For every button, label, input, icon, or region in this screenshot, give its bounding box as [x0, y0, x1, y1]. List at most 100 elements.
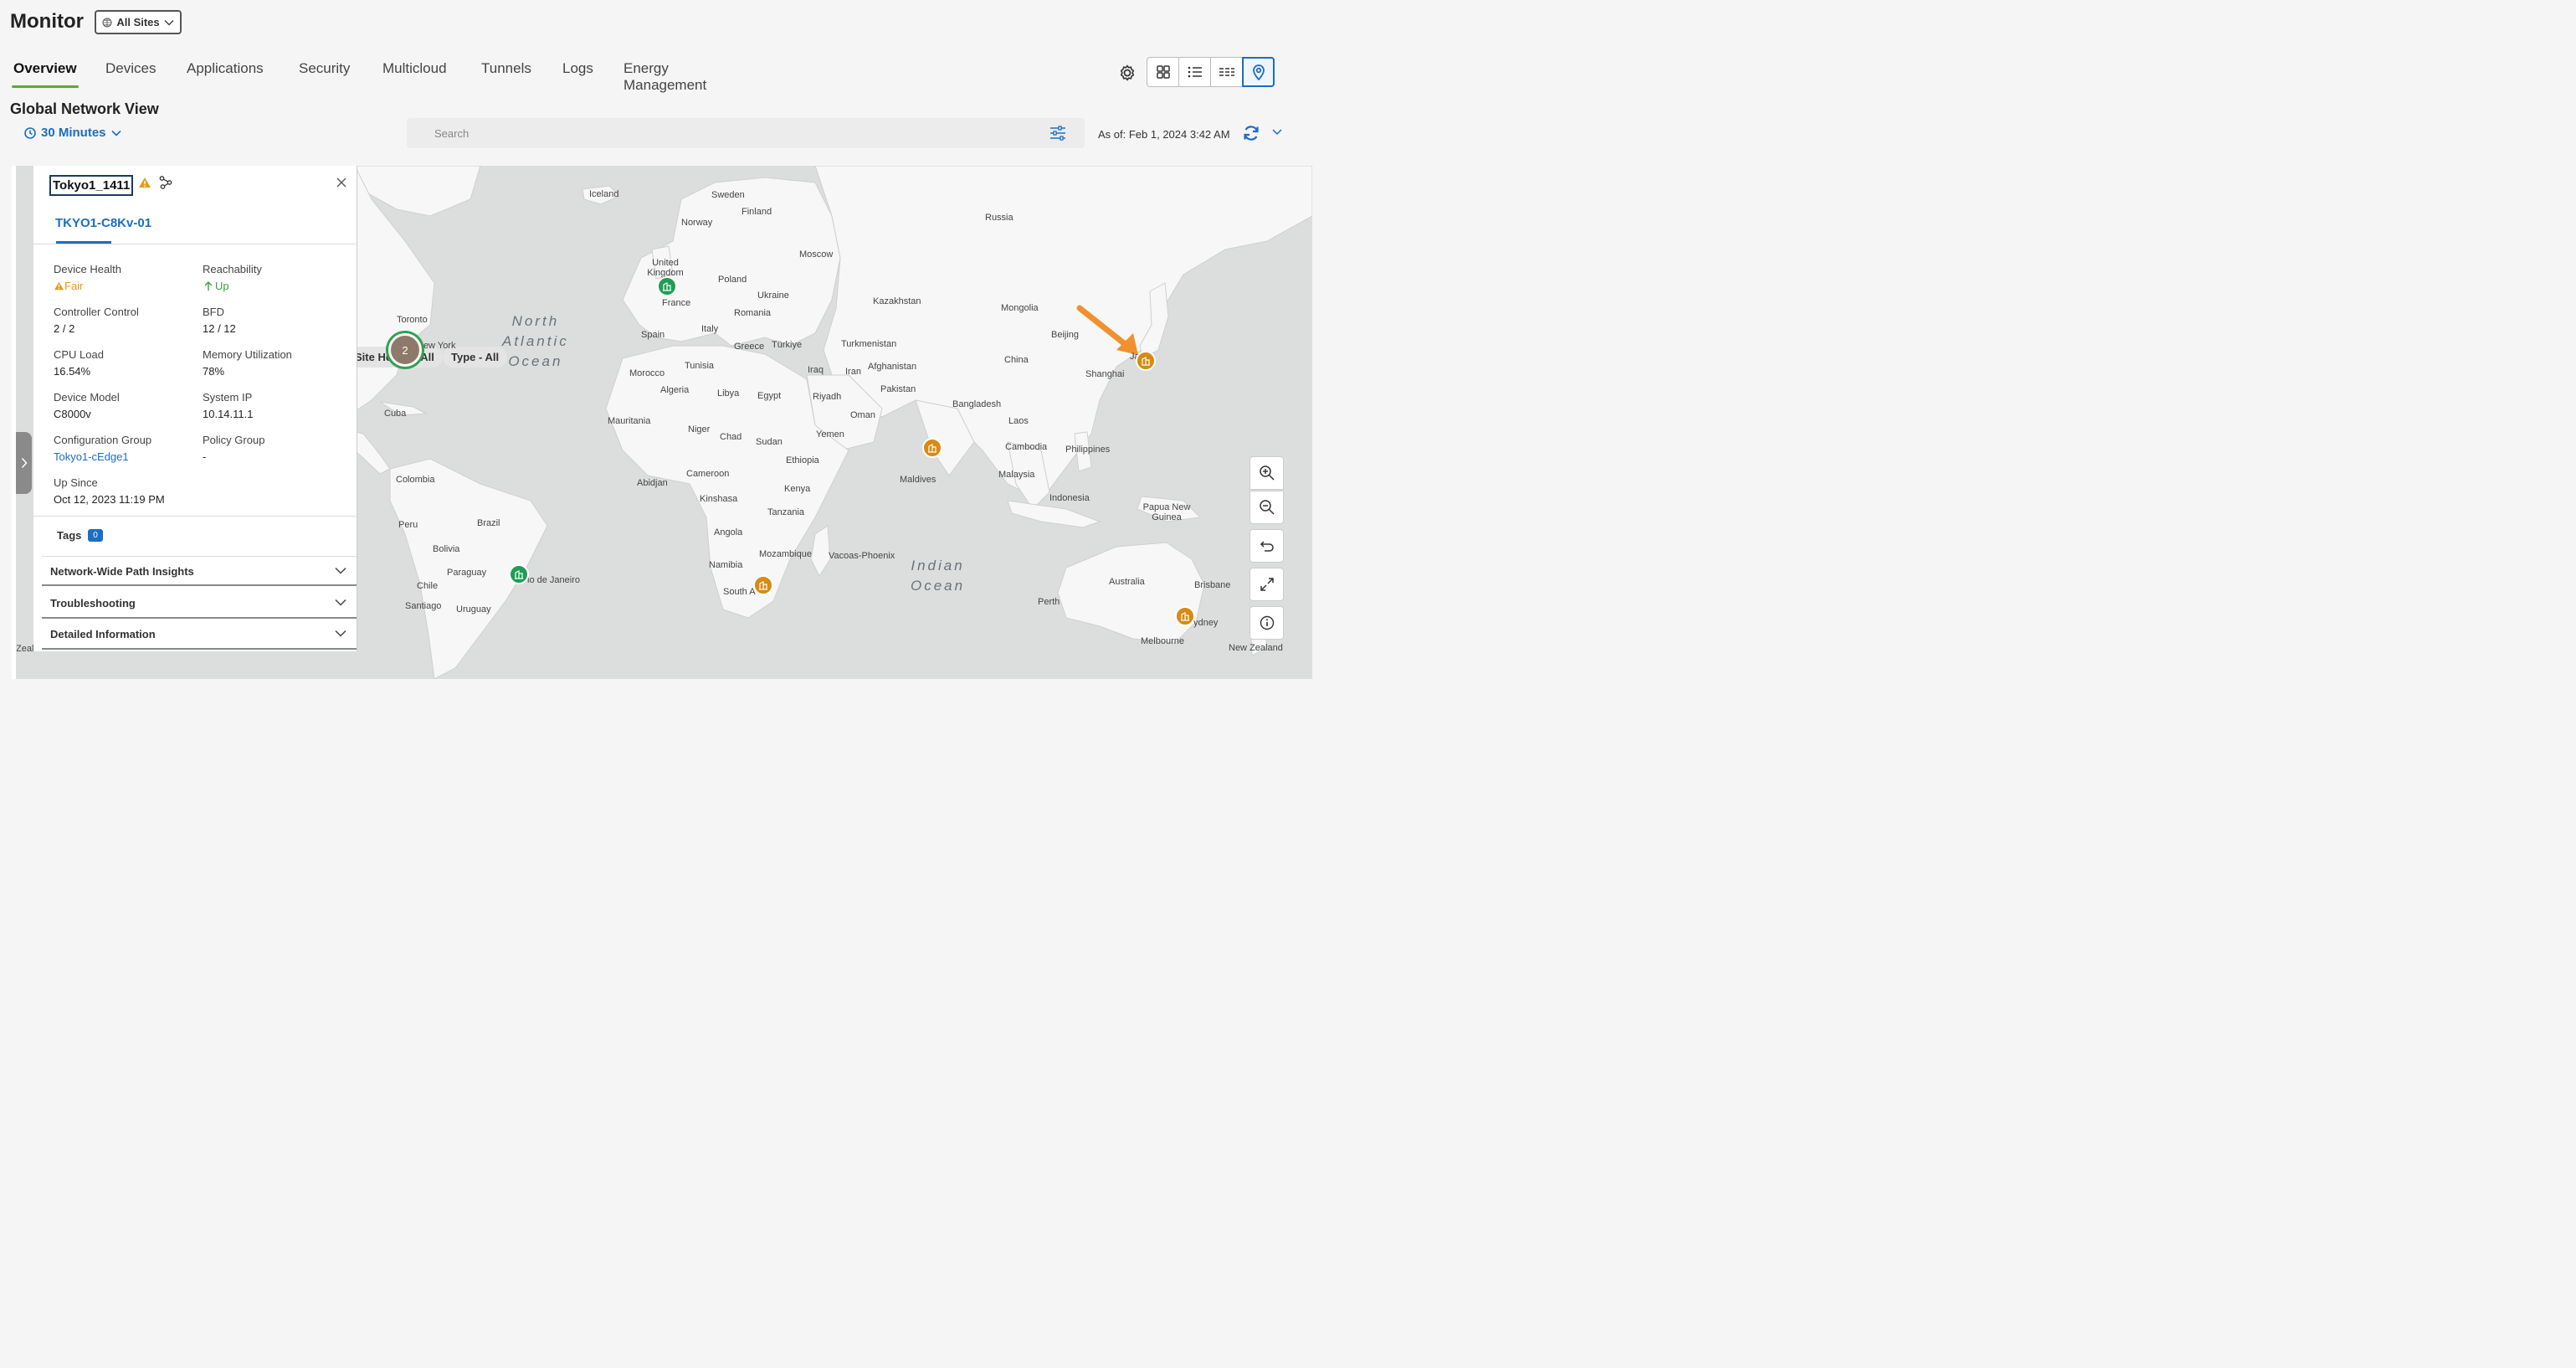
map-label: Tanzania [767, 507, 805, 517]
device-model-value: C8000v [54, 408, 91, 420]
map-label: Shanghai [1085, 369, 1125, 379]
topology-icon[interactable] [159, 176, 172, 189]
map-label: Norway [681, 218, 713, 228]
warning-icon [139, 177, 151, 188]
accordion-troubleshooting[interactable]: Troubleshooting [42, 589, 357, 619]
info-icon [1260, 615, 1274, 630]
search-input[interactable] [407, 118, 1085, 148]
map-label: Poland [718, 275, 747, 285]
map-label: Laos [1008, 416, 1029, 426]
accordion-network-wide-path-insights[interactable]: Network-Wide Path Insights [42, 556, 357, 586]
map-label: Algeria [660, 385, 690, 395]
building-icon [663, 282, 671, 291]
map-label: Iraq [808, 365, 824, 375]
info-button[interactable] [1250, 606, 1284, 640]
device-health-value: Fair [54, 280, 83, 292]
gear-icon[interactable] [1116, 62, 1138, 84]
tab-energy-management[interactable]: Energy Management [622, 52, 708, 102]
site-marker-south-africa[interactable] [753, 575, 773, 595]
chevron-down-icon[interactable] [1271, 126, 1283, 137]
map-label: Malaysia [998, 470, 1035, 480]
list-view-button[interactable] [1178, 57, 1211, 87]
map-label: Zeal [16, 644, 34, 654]
map-label: Finland [741, 207, 772, 217]
site-detail-panel: Tokyo1_1411 TKYO1-C8Kv-01 Device Health … [33, 166, 357, 651]
map-label: Indonesia [1049, 493, 1090, 503]
warning-icon [54, 281, 64, 291]
tab-tunnels[interactable]: Tunnels [480, 52, 533, 85]
time-range-selector[interactable]: 30 Minutes [24, 126, 121, 140]
map-label: Ethiopia [786, 455, 819, 465]
map-view-button[interactable] [1242, 57, 1275, 87]
cpu-load-value: 16.54% [54, 365, 91, 378]
map-label: Riyadh [813, 392, 842, 402]
map-label: Sudan [756, 437, 783, 447]
site-marker-rio[interactable] [509, 564, 529, 584]
table-view-button[interactable] [1210, 57, 1243, 87]
map-label: Iran [845, 367, 861, 377]
zoom-in-button[interactable] [1250, 456, 1284, 490]
device-health-label: Device Health [54, 263, 121, 275]
chevron-down-icon [164, 19, 174, 26]
close-icon[interactable] [336, 177, 346, 188]
tab-multicloud[interactable]: Multicloud [381, 52, 449, 85]
fullscreen-button[interactable] [1250, 568, 1284, 601]
map-label: Beijing [1051, 330, 1080, 340]
left-sidebar-edge [12, 166, 17, 679]
tab-applications[interactable]: Applications [185, 52, 265, 85]
accordion-detailed-information[interactable]: Detailed Information [42, 620, 357, 650]
filter-sliders-icon[interactable] [1049, 126, 1066, 141]
as-of-timestamp: As of: Feb 1, 2024 3:42 AM [1098, 128, 1230, 141]
map-label: Vacoas-Phoenix [829, 551, 895, 561]
zoom-out-button[interactable] [1250, 491, 1284, 524]
section-title: Global Network View [10, 100, 159, 117]
reachability-value: Up [204, 280, 229, 292]
tags-count-badge[interactable]: 0 [88, 529, 103, 542]
divider [33, 516, 357, 517]
map-label: Iceland [589, 189, 619, 199]
site-selector[interactable]: All Sites [95, 10, 182, 34]
tags-label: Tags [57, 529, 82, 542]
map-label: Italy [701, 324, 719, 334]
bfd-label: BFD [203, 306, 224, 318]
map-label: Toronto [397, 315, 428, 325]
policy-group-value: - [203, 450, 207, 463]
map-label: Cameroon [686, 469, 730, 479]
map-label: Angola [714, 527, 743, 537]
map-label: Colombia [396, 475, 435, 485]
map-label: Kazakhstan [873, 296, 921, 306]
tab-devices[interactable]: Devices [104, 52, 157, 85]
configuration-group-link[interactable]: Tokyo1-cEdge1 [54, 450, 129, 463]
cpu-load-label: CPU Load [54, 348, 104, 361]
site-marker-india[interactable] [922, 438, 942, 458]
site-marker-japan[interactable] [1136, 351, 1156, 371]
tab-overview[interactable]: Overview [12, 52, 79, 88]
site-marker-sydney[interactable] [1175, 606, 1195, 626]
map-label: Santiago [405, 601, 442, 611]
map-label: Brisbane [1194, 580, 1231, 590]
list-icon [1188, 66, 1202, 78]
map-label: Morocco [629, 368, 665, 378]
reset-view-button[interactable] [1250, 529, 1284, 563]
refresh-icon[interactable] [1242, 124, 1260, 142]
grid-view-button[interactable] [1147, 57, 1179, 87]
panel-collapse-handle[interactable] [16, 432, 32, 494]
site-marker-france[interactable] [657, 276, 677, 296]
chevron-down-icon [335, 599, 346, 606]
map-label: ydney [1193, 618, 1219, 628]
tab-device[interactable]: TKYO1-C8Kv-01 [55, 216, 151, 230]
tab-security[interactable]: Security [297, 52, 352, 85]
device-model-label: Device Model [54, 391, 120, 404]
map-label: Maldives [900, 475, 936, 485]
zoom-out-icon [1259, 500, 1275, 515]
search-bar [407, 118, 1085, 148]
up-since-value: Oct 12, 2023 11:19 PM [54, 493, 165, 506]
reachability-text: Up [215, 280, 229, 292]
map-label: Russia [985, 213, 1013, 223]
site-cluster-marker[interactable]: 2 [388, 333, 422, 367]
map-label: New York [417, 341, 456, 351]
ocean-label-indian: Indian Ocean [911, 558, 966, 594]
map-label: Uruguay [456, 604, 491, 615]
tab-logs[interactable]: Logs [561, 52, 595, 85]
zoom-in-icon [1259, 465, 1275, 481]
